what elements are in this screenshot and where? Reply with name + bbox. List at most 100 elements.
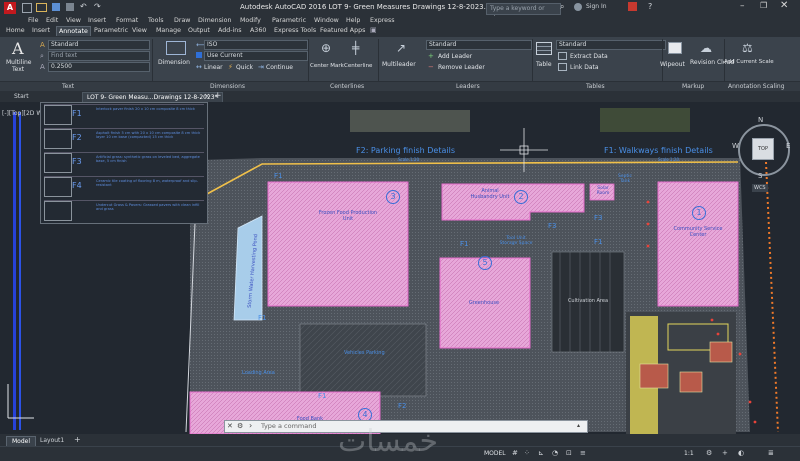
annotation-monitor-icon[interactable]: + <box>722 449 728 457</box>
file-tab-start[interactable]: Start <box>10 92 33 101</box>
command-input[interactable]: Type a command <box>261 422 317 430</box>
snap-icon[interactable]: ⁘ <box>524 449 530 457</box>
menu-draw[interactable]: Draw <box>174 17 190 24</box>
multileader-button[interactable]: ↗ Multileader <box>382 39 422 73</box>
customize-status-icon[interactable]: ≣ <box>768 449 774 457</box>
isolate-objects-icon[interactable]: ◐ <box>738 449 744 457</box>
tab-output[interactable]: Output <box>188 27 210 34</box>
text-style-combo[interactable]: Standard <box>48 40 150 50</box>
search-input[interactable]: Type a keyword or phrase <box>486 3 561 22</box>
tab-featured-apps[interactable]: Featured Apps <box>320 27 365 34</box>
ribbon-minimize-icon[interactable]: ▣ <box>370 26 377 34</box>
command-customize-icon[interactable]: ⚙ <box>237 422 243 430</box>
tab-parametric[interactable]: Parametric <box>94 27 128 34</box>
add-current-scale-button[interactable]: ⚖ Add Current Scale <box>724 39 774 73</box>
wipeout-button[interactable]: Wipeout <box>660 39 688 73</box>
tab-express-tools[interactable]: Express Tools <box>274 27 316 34</box>
extract-data-button[interactable]: Extract Data <box>570 53 608 60</box>
new-layout-icon[interactable]: + <box>74 435 81 444</box>
lineweight-icon[interactable]: ≡ <box>580 449 586 457</box>
menu-file[interactable]: File <box>28 17 39 24</box>
centerline-button[interactable]: ╪ Centerline <box>342 39 376 73</box>
panel-title-tables[interactable]: Tables <box>586 83 605 90</box>
center-mark-button[interactable]: ⊕ Center Mark <box>310 39 344 73</box>
close-command-icon[interactable]: ✕ <box>227 422 233 430</box>
continue-button[interactable]: Continue <box>266 64 293 71</box>
save-icon[interactable] <box>52 3 60 11</box>
add-leader-button[interactable]: Add Leader <box>438 53 472 60</box>
quick-access-toolbar[interactable]: ↶ ↷ <box>22 2 182 13</box>
autocad-logo-icon[interactable]: A <box>4 2 16 14</box>
table-button[interactable]: Table <box>534 39 554 73</box>
text-height-combo[interactable]: 0.2500 <box>48 62 150 72</box>
osnap-icon[interactable]: ⊡ <box>566 449 572 457</box>
menu-edit[interactable]: Edit <box>46 17 58 24</box>
linear-button[interactable]: Linear <box>204 64 223 71</box>
tab-manage[interactable]: Manage <box>156 27 181 34</box>
new-tab-icon[interactable]: + <box>214 91 222 101</box>
quick-button[interactable]: Quick <box>236 64 253 71</box>
panel-title-leaders[interactable]: Leaders <box>456 83 480 90</box>
grid-icon[interactable]: # <box>512 449 518 457</box>
redo-icon[interactable]: ↷ <box>94 2 101 11</box>
building-community-center[interactable] <box>657 181 739 307</box>
link-data-button[interactable]: Link Data <box>570 64 599 71</box>
tab-add-ins[interactable]: Add-ins <box>218 27 241 34</box>
minimize-icon[interactable]: – <box>740 1 745 11</box>
dim-layer-combo[interactable]: Use Current <box>204 51 308 61</box>
remove-leader-button[interactable]: Remove Leader <box>438 64 485 71</box>
menu-express[interactable]: Express <box>370 17 395 24</box>
panel-title-dimensions[interactable]: Dimensions <box>210 83 245 90</box>
search-icon[interactable]: ⌕ <box>560 2 564 12</box>
tab-annotate[interactable]: Annotate <box>56 26 91 36</box>
maximize-icon[interactable]: ❐ <box>760 1 767 10</box>
menu-parametric[interactable]: Parametric <box>272 17 306 24</box>
compass-north[interactable]: N <box>758 116 763 124</box>
autodesk-app-icon[interactable] <box>628 2 637 11</box>
close-icon[interactable]: ✕ <box>780 0 788 11</box>
polar-icon[interactable]: ◔ <box>552 449 558 457</box>
leader-style-combo[interactable]: Standard <box>426 40 532 50</box>
menu-modify[interactable]: Modify <box>240 17 261 24</box>
panel-title-text[interactable]: Text <box>62 83 74 90</box>
ortho-icon[interactable]: ⊾ <box>538 449 544 457</box>
find-text-input[interactable]: Find text <box>48 51 150 61</box>
compass-east[interactable]: E <box>786 142 790 150</box>
command-history-icon[interactable]: ▴ <box>577 422 580 429</box>
tab-layout1[interactable]: Layout1 <box>40 437 64 444</box>
tab-a360[interactable]: A360 <box>250 27 266 34</box>
revision-cloud-button[interactable]: ☁ Revision Cloud <box>690 39 734 73</box>
help-icon[interactable]: ? <box>648 2 652 11</box>
tab-view[interactable]: View <box>132 27 147 34</box>
dimension-button[interactable]: Dimension <box>158 39 194 73</box>
annotation-scale-selector[interactable]: 1:1 <box>684 450 694 457</box>
menu-format[interactable]: Format <box>116 17 138 24</box>
workspace-gear-icon[interactable]: ⚙ <box>706 449 712 457</box>
table-style-combo[interactable]: Standard <box>556 40 666 50</box>
menu-tools[interactable]: Tools <box>148 17 164 24</box>
menu-help[interactable]: Help <box>346 17 360 24</box>
drawing-canvas[interactable]: [-][Top][2D Wireframe] F1 Interlock pave… <box>0 102 800 434</box>
compass-south[interactable]: S <box>758 172 762 180</box>
menu-dimension[interactable]: Dimension <box>198 17 231 24</box>
panel-title-annotation-scaling[interactable]: Annotation Scaling <box>728 83 785 90</box>
tab-insert[interactable]: Insert <box>32 27 50 34</box>
menu-insert[interactable]: Insert <box>88 17 106 24</box>
new-file-icon[interactable] <box>22 3 32 13</box>
user-icon[interactable] <box>574 3 582 11</box>
file-tab-drawing[interactable]: LOT 9- Green Measu...Drawings 12-8-2023* <box>82 92 223 102</box>
print-icon[interactable] <box>66 3 74 11</box>
close-tab-icon[interactable]: × <box>204 92 210 100</box>
undo-icon[interactable]: ↶ <box>80 2 87 11</box>
model-space-button[interactable]: MODEL <box>484 450 506 457</box>
open-folder-icon[interactable] <box>36 3 47 12</box>
multiline-text-button[interactable]: A Multiline Text <box>6 39 42 73</box>
menu-window[interactable]: Window <box>314 17 339 24</box>
dim-style-combo[interactable]: ISO <box>204 40 308 50</box>
wcs-menu[interactable]: WCS <box>752 184 768 192</box>
sign-in-button[interactable]: Sign In <box>586 3 607 10</box>
menu-view[interactable]: View <box>66 17 81 24</box>
compass-west[interactable]: W <box>732 142 739 150</box>
tab-home[interactable]: Home <box>6 27 25 34</box>
viewcube-top-face[interactable]: TOP <box>752 138 774 160</box>
